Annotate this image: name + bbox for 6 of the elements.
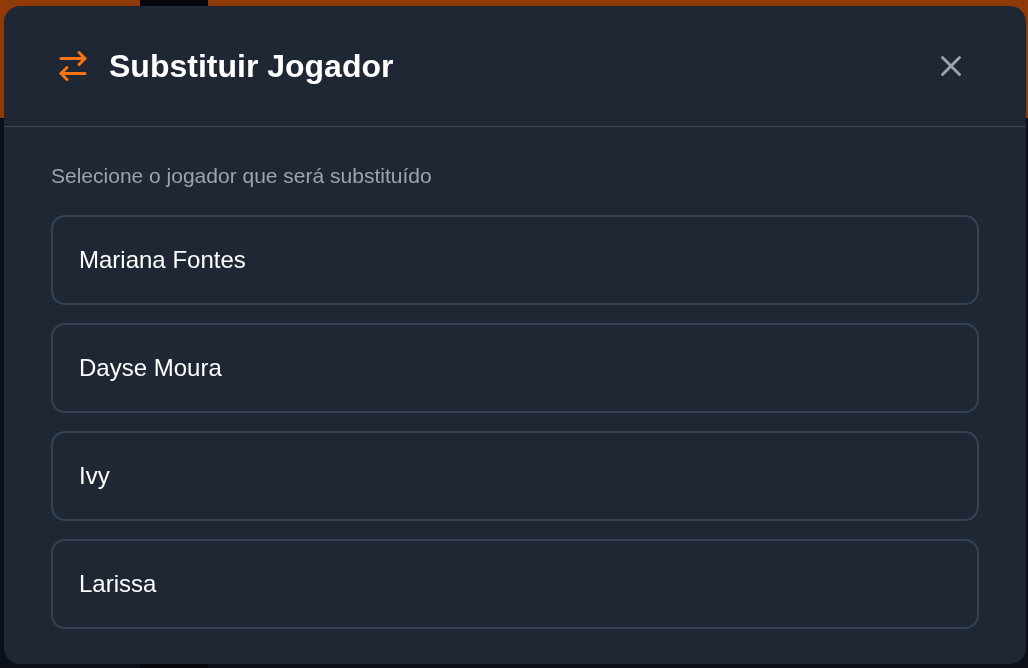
player-option[interactable]: Dayse Moura: [51, 323, 979, 413]
player-option[interactable]: Larissa: [51, 539, 979, 629]
player-option[interactable]: Mariana Fontes: [51, 215, 979, 305]
player-option[interactable]: Ivy: [51, 431, 979, 521]
instruction-text: Selecione o jogador que será substituído: [51, 163, 433, 189]
dialog-title: Substituir Jogador: [109, 47, 394, 86]
